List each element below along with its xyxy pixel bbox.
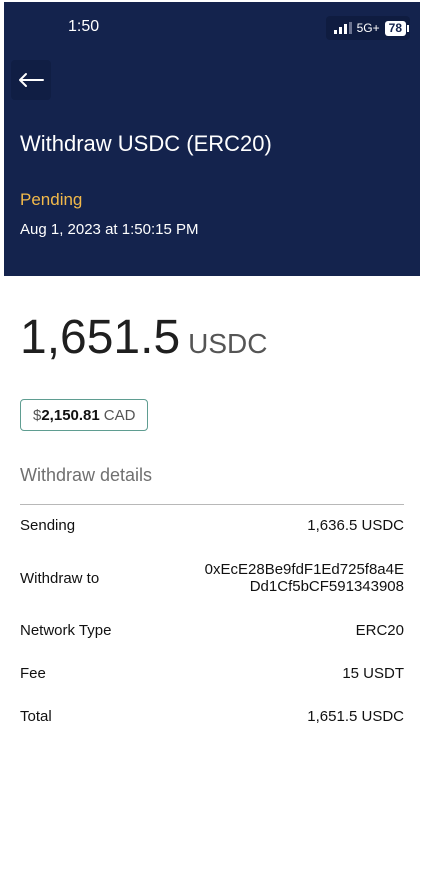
amount-unit: USDC	[188, 328, 268, 359]
divider	[20, 504, 404, 505]
detail-value: 1,651.5 USDC	[307, 707, 404, 725]
address-line-1: 0xEcE28Be9fdF1Ed725f8a4E	[204, 561, 404, 578]
withdraw-detail-screen: 1:50 5G+ 78 Withdraw USDC (ERC20) Pendin…	[0, 0, 423, 874]
back-arrow-icon	[19, 73, 44, 87]
network-label: 5G+	[356, 21, 380, 35]
detail-row-fee: Fee 15 USDT	[20, 662, 404, 684]
detail-row-total: Total 1,651.5 USDC	[20, 705, 404, 727]
detail-row-withdraw-to: Withdraw to 0xEcE28Be9fdF1Ed725f8a4E Dd1…	[20, 557, 404, 599]
fiat-symbol: $	[33, 406, 42, 424]
detail-label: Withdraw to	[20, 569, 100, 587]
amount-display: 1,651.5 USDC	[20, 310, 268, 365]
detail-value: ERC20	[355, 621, 404, 639]
status-bar-indicators: 5G+ 78	[325, 16, 410, 40]
page-title: Withdraw USDC (ERC20)	[20, 131, 272, 156]
transaction-date: Aug 1, 2023 at 1:50:15 PM	[20, 221, 199, 238]
detail-row-sending: Sending 1,636.5 USDC	[20, 514, 404, 536]
battery-icon: 78	[384, 20, 410, 36]
status-badge: Pending	[20, 190, 83, 209]
detail-label: Sending	[20, 516, 76, 534]
amount-value: 1,651.5	[20, 311, 181, 364]
back-button[interactable]	[11, 60, 51, 100]
status-bar-time: 1:50	[68, 18, 100, 35]
fiat-amount: 2,150.81	[41, 406, 100, 424]
detail-value: 1,636.5 USDC	[307, 516, 404, 534]
detail-value: 15 USDT	[342, 664, 404, 682]
address-line-2: Dd1Cf5bCF591343908	[249, 578, 404, 595]
detail-label: Total	[20, 707, 52, 725]
detail-label: Network Type	[20, 621, 112, 639]
fiat-value-chip: $ 2,150.81 CAD	[20, 399, 149, 431]
detail-label: Fee	[20, 664, 46, 682]
section-title: Withdraw details	[20, 465, 153, 485]
header: 1:50 5G+ 78 Withdraw USDC (ERC20) Pendin…	[4, 2, 420, 276]
withdraw-address: 0xEcE28Be9fdF1Ed725f8a4E Dd1Cf5bCF591343…	[205, 561, 404, 595]
signal-icon	[333, 22, 352, 34]
fiat-currency: CAD	[103, 406, 136, 424]
detail-row-network-type: Network Type ERC20	[20, 619, 404, 641]
